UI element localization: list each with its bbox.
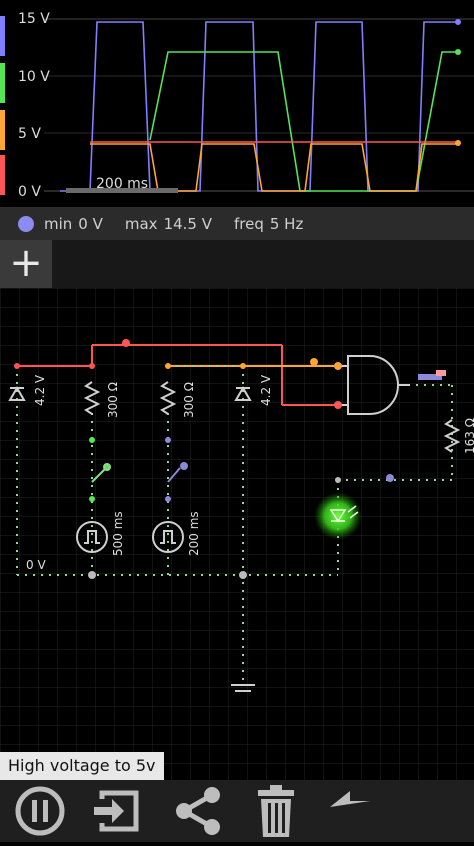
bottom-toolbar <box>0 780 474 842</box>
oscilloscope-panel[interactable]: 15 V 10 V 5 V 0 V 200 ms <box>0 0 474 207</box>
scope-trace-blue <box>60 21 460 192</box>
min-value: 0 V <box>78 214 103 233</box>
clock-left-label: 500 ms <box>111 511 125 556</box>
delete-button[interactable] <box>246 780 306 842</box>
resistor-mid-label: 300 Ω <box>182 382 196 418</box>
scope-color-blue <box>0 16 5 56</box>
component-bar <box>0 240 474 288</box>
import-button[interactable] <box>86 780 146 842</box>
pause-button[interactable] <box>10 780 70 842</box>
scope-trace-green <box>149 51 458 192</box>
scope-y-label-10: 10 V <box>18 69 50 85</box>
diode-mid-label: 4.2 V <box>259 374 273 406</box>
scope-color-red <box>0 155 5 195</box>
undo-button[interactable] <box>326 780 386 842</box>
pause-icon <box>15 786 65 836</box>
clock-mid-label: 200 ms <box>187 511 201 556</box>
import-icon <box>94 790 139 832</box>
scope-time-label: 200 ms <box>96 176 148 192</box>
min-label: min <box>44 214 73 233</box>
status-message: High voltage to 5v <box>0 752 164 780</box>
add-component-button[interactable]: + <box>0 240 52 288</box>
scope-y-label-15: 15 V <box>18 11 50 27</box>
scope-y-label-0: 0 V <box>18 184 41 200</box>
scope-color-green <box>0 63 5 103</box>
undo-icon <box>330 791 370 807</box>
max-value: 14.5 V <box>163 214 212 233</box>
share-icon <box>176 787 220 835</box>
diode-left-label: 4.2 V <box>33 374 47 406</box>
scope-y-label-5: 5 V <box>18 126 41 142</box>
scope-probe-dot[interactable] <box>18 215 34 232</box>
max-label: max <box>124 214 158 233</box>
resistor-left-label: 300 Ω <box>106 382 120 418</box>
led-glow <box>314 492 362 540</box>
scope-info-bar: min 0 V max 14.5 V freq 5 Hz <box>0 207 474 240</box>
freq-value: 5 Hz <box>269 214 304 233</box>
share-button[interactable] <box>168 780 228 842</box>
trash-icon <box>258 785 294 837</box>
ground-voltage-label: 0 V <box>26 558 46 572</box>
freq-label: freq <box>234 214 264 233</box>
scope-color-orange <box>0 110 5 150</box>
oscilloscope-plot: 15 V 10 V 5 V 0 V 200 ms <box>0 11 474 200</box>
resistor-right-label: 163 Ω <box>463 418 474 454</box>
